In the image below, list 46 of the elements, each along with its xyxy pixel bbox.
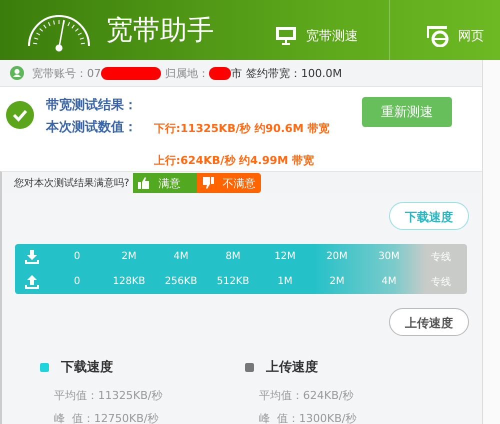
legend-title: 上传速度: [266, 358, 318, 376]
region-suffix: 市: [231, 66, 242, 80]
average-value: 平均值：11325KB/秒: [54, 388, 164, 403]
nav-tab[interactable]: 网页: [426, 0, 484, 60]
redaction-mark: [101, 66, 161, 80]
scale-label: 1M: [276, 276, 294, 287]
satisfaction-question: 您对本次测试结果满意吗?: [14, 176, 130, 190]
average-value: 平均值：624KB/秒: [259, 388, 354, 403]
scale-label: 0: [72, 276, 82, 287]
scale-label: 128KB: [112, 276, 146, 287]
check-icon: [6, 101, 34, 129]
scale-label: 2M: [120, 251, 138, 262]
plan-bandwidth: 签约带宽：100.0M: [246, 66, 342, 80]
monitor-icon: [274, 25, 298, 47]
scale-label: 2M: [328, 276, 346, 287]
scale-label: 8M: [224, 251, 242, 262]
browser-icon: [426, 25, 450, 47]
download-speed-bubble: 下载速度: [389, 202, 469, 230]
scale-label: 512KB: [216, 276, 250, 287]
region-label: 归属地：: [165, 66, 209, 80]
scale-label: 4M: [172, 251, 190, 262]
scale-label: 256KB: [164, 276, 198, 287]
peak-value: 峰 值：12750KB/秒: [54, 411, 160, 424]
unsatisfied-button[interactable]: 不满意: [197, 173, 262, 193]
app-title: 宽带助手: [106, 14, 215, 48]
thumbs-up-icon: [138, 177, 150, 189]
result-title: 带宽测试结果：: [46, 96, 138, 115]
retest-button[interactable]: 重新测速: [362, 97, 452, 127]
scale-label: 0: [72, 251, 82, 262]
upload-result: 上行:624KB/秒 约4.99M 带宽: [154, 153, 316, 168]
scale-label: 20M: [325, 251, 349, 262]
upload-icon: [25, 274, 39, 288]
scale-label: 4M: [380, 276, 398, 287]
upload-speed-bubble: 上传速度: [389, 308, 469, 336]
user-icon: [10, 66, 24, 80]
legend-title: 下载速度: [61, 358, 113, 376]
download-result: 下行:11325KB/秒 约90.6M 带宽: [154, 121, 330, 136]
download-icon: [25, 250, 39, 264]
scale-label: 12M: [273, 251, 297, 262]
values-label: 本次测试数值：: [46, 119, 138, 137]
scale-label: 30M: [377, 251, 401, 262]
account-label: 宽带账号：07: [32, 66, 101, 80]
satisfied-button[interactable]: 满意: [133, 173, 198, 193]
redaction-mark: [209, 66, 231, 80]
peak-value: 峰 值：1300KB/秒: [259, 411, 358, 424]
thumbs-down-icon: [202, 177, 214, 189]
